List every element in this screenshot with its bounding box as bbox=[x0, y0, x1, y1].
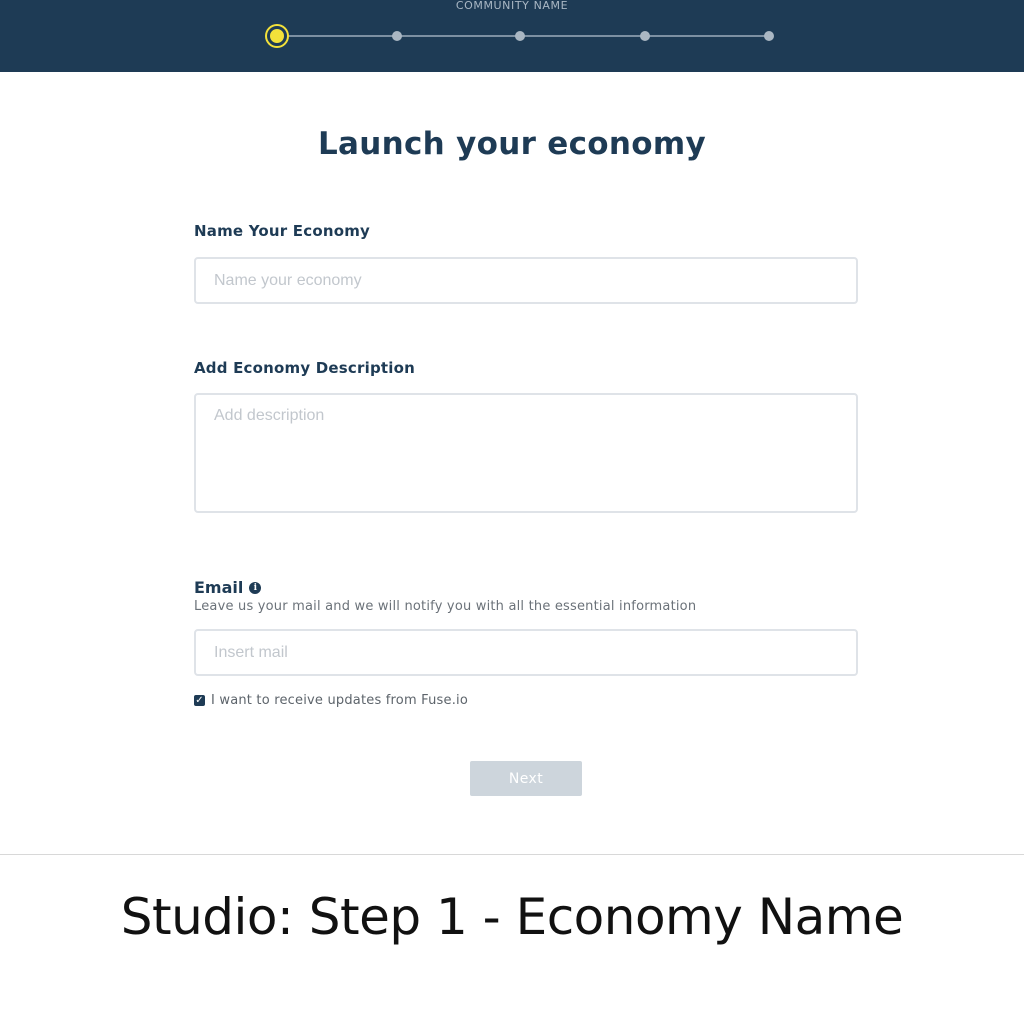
info-icon[interactable]: i bbox=[249, 581, 262, 594]
name-label: Name Your Economy bbox=[194, 222, 371, 240]
step-dot-2[interactable] bbox=[392, 31, 402, 41]
updates-checkbox-row[interactable]: ✓ I want to receive updates from Fuse.io bbox=[194, 693, 468, 708]
updates-checkbox-label[interactable]: I want to receive updates from Fuse.io bbox=[211, 693, 468, 708]
email-input[interactable] bbox=[194, 629, 858, 676]
step-dot-3[interactable] bbox=[515, 31, 525, 41]
stepper bbox=[267, 26, 780, 46]
next-button[interactable]: Next bbox=[470, 761, 582, 796]
description-label: Add Economy Description bbox=[194, 359, 415, 377]
step-dot-1-active[interactable] bbox=[267, 26, 287, 46]
email-label-group: Email i bbox=[194, 578, 262, 597]
header-bar: COMMUNITY NAME bbox=[0, 0, 1024, 72]
updates-checkbox[interactable]: ✓ bbox=[194, 695, 205, 706]
caption-divider bbox=[0, 854, 1024, 855]
email-helper-text: Leave us your mail and we will notify yo… bbox=[194, 599, 697, 614]
step-dot-5[interactable] bbox=[764, 31, 774, 41]
email-label: Email bbox=[194, 578, 244, 597]
page-title: Launch your economy bbox=[318, 126, 706, 162]
caption-text: Studio: Step 1 - Economy Name bbox=[120, 888, 904, 946]
step-caption: COMMUNITY NAME bbox=[455, 0, 569, 12]
economy-name-input[interactable] bbox=[194, 257, 858, 304]
step-dot-4[interactable] bbox=[640, 31, 650, 41]
economy-description-input[interactable] bbox=[194, 393, 858, 513]
